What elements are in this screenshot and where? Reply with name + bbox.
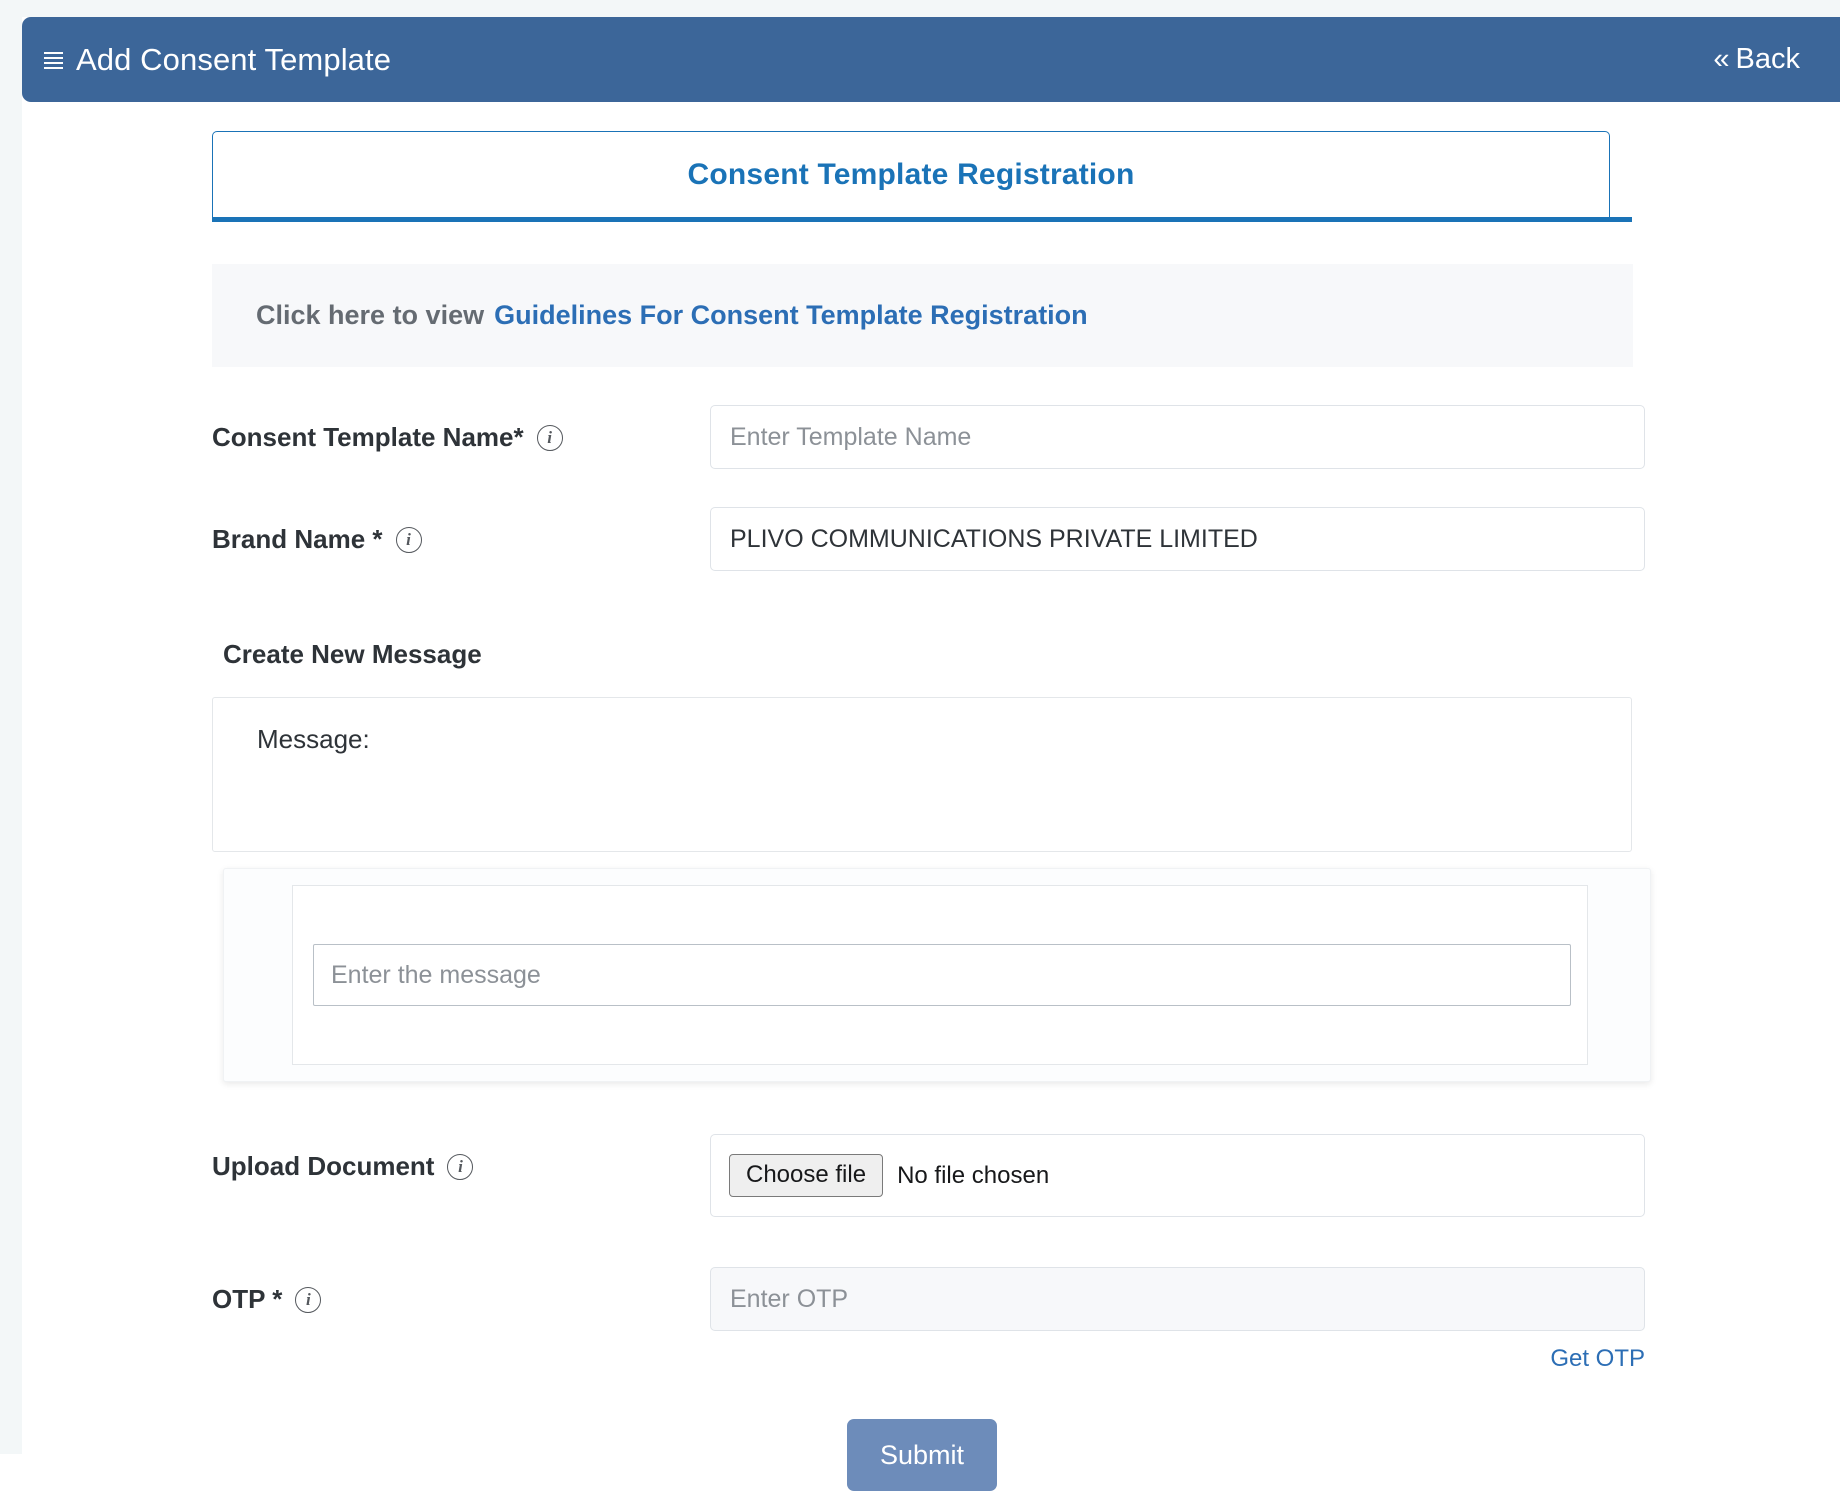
file-chosen-status: No file chosen [897,1161,1050,1189]
hamburger-menu-icon[interactable] [44,50,63,72]
back-button[interactable]: «Back [1713,45,1800,74]
app-header-left-group: Add Consent Template [44,44,391,75]
double-chevron-left-icon: « [1713,43,1730,75]
file-input-wrapper[interactable]: Choose file No file chosen [710,1134,1645,1217]
consent-template-name-label: Consent Template Name* [212,422,524,452]
submit-row: Submit [212,1419,1632,1491]
info-icon-otp[interactable]: i [295,1286,322,1313]
get-otp-link[interactable]: Get OTP [1550,1345,1645,1373]
message-input[interactable] [313,944,1571,1006]
page-root: Add Consent Template «Back Consent Templ… [0,0,1840,1491]
otp-field-col: Get OTP [710,1267,1645,1373]
page-title: Add Consent Template [76,42,392,77]
message-preview-box: Message: [212,697,1632,852]
upload-document-label: Upload Document [212,1151,435,1181]
otp-row: OTP * i Get OTP [212,1267,1645,1373]
brand-name-label-group: Brand Name * i [212,507,710,555]
otp-label: OTP * [212,1284,283,1314]
guidelines-banner: Click here to view Guidelines For Consen… [212,264,1633,367]
message-preview-label: Message: [257,724,370,754]
upload-document-field-col: Choose file No file chosen [710,1134,1645,1217]
registration-tab-card: Consent Template Registration [212,131,1610,217]
create-new-message-section: Create New Message Message: [212,639,1651,1082]
app-header-bar: Add Consent Template «Back [22,17,1840,102]
consent-template-name-input[interactable] [710,405,1645,469]
page-left-gutter [0,0,22,1454]
consent-template-name-field-col [710,405,1645,469]
get-otp-row: Get OTP [710,1345,1645,1373]
brand-name-input[interactable] [710,507,1645,571]
guidelines-static-text: Click here to view [256,300,485,330]
upload-document-row: Upload Document i Choose file No file ch… [212,1134,1645,1217]
back-button-label: Back [1735,43,1800,75]
upload-document-label-group: Upload Document i [212,1134,710,1182]
consent-template-name-label-group: Consent Template Name* i [212,405,710,453]
otp-input[interactable] [710,1267,1645,1331]
submit-button[interactable]: Submit [847,1419,997,1491]
info-icon-upload-document[interactable]: i [447,1153,474,1180]
info-icon-template-name[interactable]: i [536,424,563,451]
brand-name-field-col [710,507,1645,571]
consent-template-name-row: Consent Template Name* i [212,405,1645,469]
main-content: Consent Template Registration Click here… [212,131,1651,1491]
choose-file-button[interactable]: Choose file [729,1154,884,1197]
brand-name-row: Brand Name * i [212,507,1645,571]
message-editor-card [223,868,1651,1082]
guidelines-link[interactable]: Guidelines For Consent Template Registra… [494,300,1088,331]
otp-label-group: OTP * i [212,1267,710,1315]
registration-tab-title: Consent Template Registration [687,157,1135,191]
page-top-gutter [0,0,1840,17]
brand-name-label: Brand Name * [212,524,383,554]
info-icon-brand-name[interactable]: i [395,526,422,553]
tab-accent-underline [212,217,1632,222]
message-editor-inner-box [292,885,1588,1065]
create-new-message-title: Create New Message [223,639,482,669]
